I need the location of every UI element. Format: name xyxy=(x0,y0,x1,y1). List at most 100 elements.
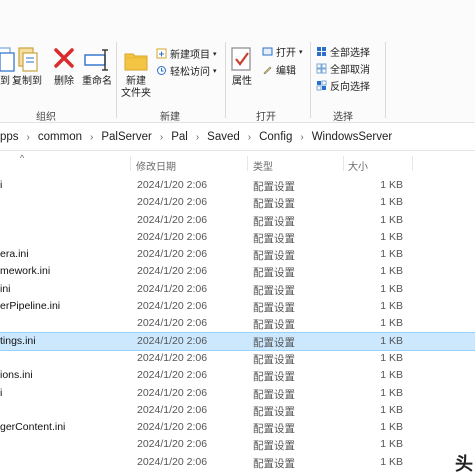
file-type: 配置设置 xyxy=(253,353,295,366)
file-type: 配置设置 xyxy=(253,181,295,193)
file-size: 1 KB xyxy=(380,230,403,243)
chevron-right-icon: › xyxy=(195,131,200,143)
chevron-down-icon: ▾ xyxy=(299,48,303,56)
breadcrumb-item[interactable]: Pal xyxy=(171,131,188,143)
file-row[interactable]: mework.ini 2024/1/20 2:06 配置设置 1 KB xyxy=(0,263,475,280)
file-row[interactable]: era.ini 2024/1/20 2:06 配置设置 1 KB xyxy=(0,246,475,263)
open-label: 打开 xyxy=(276,48,296,59)
file-row[interactable]: tings.ini 2024/1/20 2:06 配置设置 1 KB xyxy=(0,331,475,351)
file-row[interactable]: 2024/1/20 2:06 配置设置 1 KB xyxy=(0,315,475,332)
file-row[interactable]: i 2024/1/20 2:06 配置设置 1 KB xyxy=(0,177,475,194)
column-divider[interactable] xyxy=(130,156,131,171)
file-row[interactable]: 2024/1/20 2:06 配置设置 1 KB xyxy=(0,402,475,419)
properties-checkmark-icon xyxy=(231,47,251,71)
select-none-button[interactable]: 全部取消 xyxy=(316,61,370,76)
edit-button[interactable]: 编辑 xyxy=(262,62,296,77)
breadcrumb-item[interactable]: Saved xyxy=(207,131,240,143)
copy-button[interactable]: 复制到 xyxy=(12,46,42,88)
breadcrumb-item[interactable]: pps xyxy=(0,131,19,143)
file-name: tings.ini xyxy=(0,334,36,347)
properties-button[interactable]: 属性 xyxy=(230,46,254,88)
open-button[interactable]: 打开 ▾ xyxy=(262,44,303,59)
file-type: 配置设置 xyxy=(253,405,295,418)
file-size: 1 KB xyxy=(380,248,403,261)
file-size: 1 KB xyxy=(380,369,403,382)
breadcrumb-item[interactable]: WindowsServer xyxy=(312,131,393,143)
copy-icon xyxy=(18,47,38,72)
breadcrumb-item[interactable]: common xyxy=(38,131,82,143)
breadcrumb-item[interactable]: Config xyxy=(259,131,292,143)
delete-button[interactable]: 删除 xyxy=(52,46,76,88)
delete-x-icon xyxy=(54,48,74,68)
file-date: 2024/1/20 2:06 xyxy=(137,213,208,226)
column-header-size[interactable]: 大小 xyxy=(348,158,368,173)
file-name: gerContent.ini xyxy=(0,421,66,434)
ribbon-separator xyxy=(385,42,386,118)
file-date: 2024/1/20 2:06 xyxy=(137,248,208,261)
breadcrumb-item[interactable]: PalServer xyxy=(101,131,152,143)
select-none-label: 全部取消 xyxy=(330,65,370,76)
file-row[interactable]: 2024/1/20 2:06 配置设置 1 KB xyxy=(0,194,475,211)
file-date: 2024/1/20 2:06 xyxy=(137,230,208,243)
file-type: 配置设置 xyxy=(253,232,295,245)
chevron-right-icon: › xyxy=(159,131,164,143)
file-row[interactable]: ions.ini 2024/1/20 2:06 配置设置 1 KB xyxy=(0,367,475,384)
column-header-type[interactable]: 类型 xyxy=(253,158,273,173)
file-row[interactable]: ini 2024/1/20 2:06 配置设置 1 KB xyxy=(0,281,475,298)
sort-up-icon: ^ xyxy=(20,153,25,163)
file-name: mework.ini xyxy=(0,265,51,278)
watermark: 头 xyxy=(455,454,473,474)
file-size: 1 KB xyxy=(380,403,403,416)
ribbon-separator xyxy=(225,42,226,118)
file-date: 2024/1/20 2:06 xyxy=(137,386,208,399)
file-size: 1 KB xyxy=(380,282,403,295)
edit-label: 编辑 xyxy=(276,66,296,77)
file-name: i xyxy=(0,179,3,191)
file-type: 配置设置 xyxy=(253,302,295,315)
file-date: 2024/1/20 2:06 xyxy=(137,179,208,191)
file-row[interactable]: 2024/1/20 2:06 配置设置 1 KB xyxy=(0,229,475,246)
chevron-right-icon: › xyxy=(90,131,94,143)
column-divider[interactable] xyxy=(343,156,344,171)
file-size: 1 KB xyxy=(380,265,403,278)
column-divider[interactable] xyxy=(412,156,413,171)
file-type: 配置设置 xyxy=(253,440,295,453)
file-name: ini xyxy=(0,282,11,295)
new-item-button[interactable]: 新建项目 ▾ xyxy=(156,46,217,61)
rename-button[interactable]: 重命名 xyxy=(82,46,112,88)
edit-pencil-icon xyxy=(263,66,272,75)
file-row[interactable]: erPipeline.ini 2024/1/20 2:06 配置设置 1 KB xyxy=(0,298,475,315)
file-type: 配置设置 xyxy=(253,423,295,436)
select-group-label: 选择 xyxy=(333,112,353,123)
invert-selection-button[interactable]: 反向选择 xyxy=(316,78,370,93)
file-date: 2024/1/20 2:06 xyxy=(137,455,208,468)
file-type: 配置设置 xyxy=(253,457,295,470)
file-row[interactable]: 2024/1/20 2:06 配置设置 1 KB xyxy=(0,454,475,471)
file-row[interactable]: gerContent.ini 2024/1/20 2:06 配置设置 1 KB xyxy=(0,419,475,436)
file-row[interactable]: 2024/1/20 2:06 配置设置 1 KB xyxy=(0,350,475,367)
vertical-scrollbar[interactable] xyxy=(465,177,470,467)
file-type: 配置设置 xyxy=(253,284,295,297)
file-list: i 2024/1/20 2:06 配置设置 1 KB 2024/1/20 2:06 配置设… xyxy=(0,177,475,471)
address-bar[interactable]: pps › common › PalServer › Pal › Saved ›… xyxy=(0,124,475,151)
file-size: 1 KB xyxy=(380,196,403,209)
file-date: 2024/1/20 2:06 xyxy=(137,351,208,364)
file-row[interactable]: 2024/1/20 2:06 配置设置 1 KB xyxy=(0,212,475,229)
chevron-down-icon: ▾ xyxy=(213,67,217,75)
select-all-button[interactable]: 全部选择 xyxy=(316,44,370,59)
file-row[interactable]: i 2024/1/20 2:06 配置设置 1 KB xyxy=(0,385,475,402)
new-folder-icon xyxy=(124,53,148,71)
invert-selection-icon xyxy=(316,80,327,91)
file-size: 1 KB xyxy=(380,300,403,313)
file-size: 1 KB xyxy=(380,438,403,451)
column-header-date[interactable]: 修改日期 xyxy=(136,158,176,173)
column-divider[interactable] xyxy=(247,156,248,171)
file-date: 2024/1/20 2:06 xyxy=(137,403,208,416)
file-row[interactable]: 2024/1/20 2:06 配置设置 1 KB xyxy=(0,436,475,453)
rename-icon xyxy=(84,49,108,71)
properties-label: 属性 xyxy=(232,76,252,87)
easy-access-button[interactable]: 轻松访问 ▾ xyxy=(156,63,217,78)
select-all-label: 全部选择 xyxy=(330,48,370,59)
new-folder-button[interactable]: 新建 文件夹 xyxy=(121,46,151,100)
select-none-icon xyxy=(316,63,327,74)
